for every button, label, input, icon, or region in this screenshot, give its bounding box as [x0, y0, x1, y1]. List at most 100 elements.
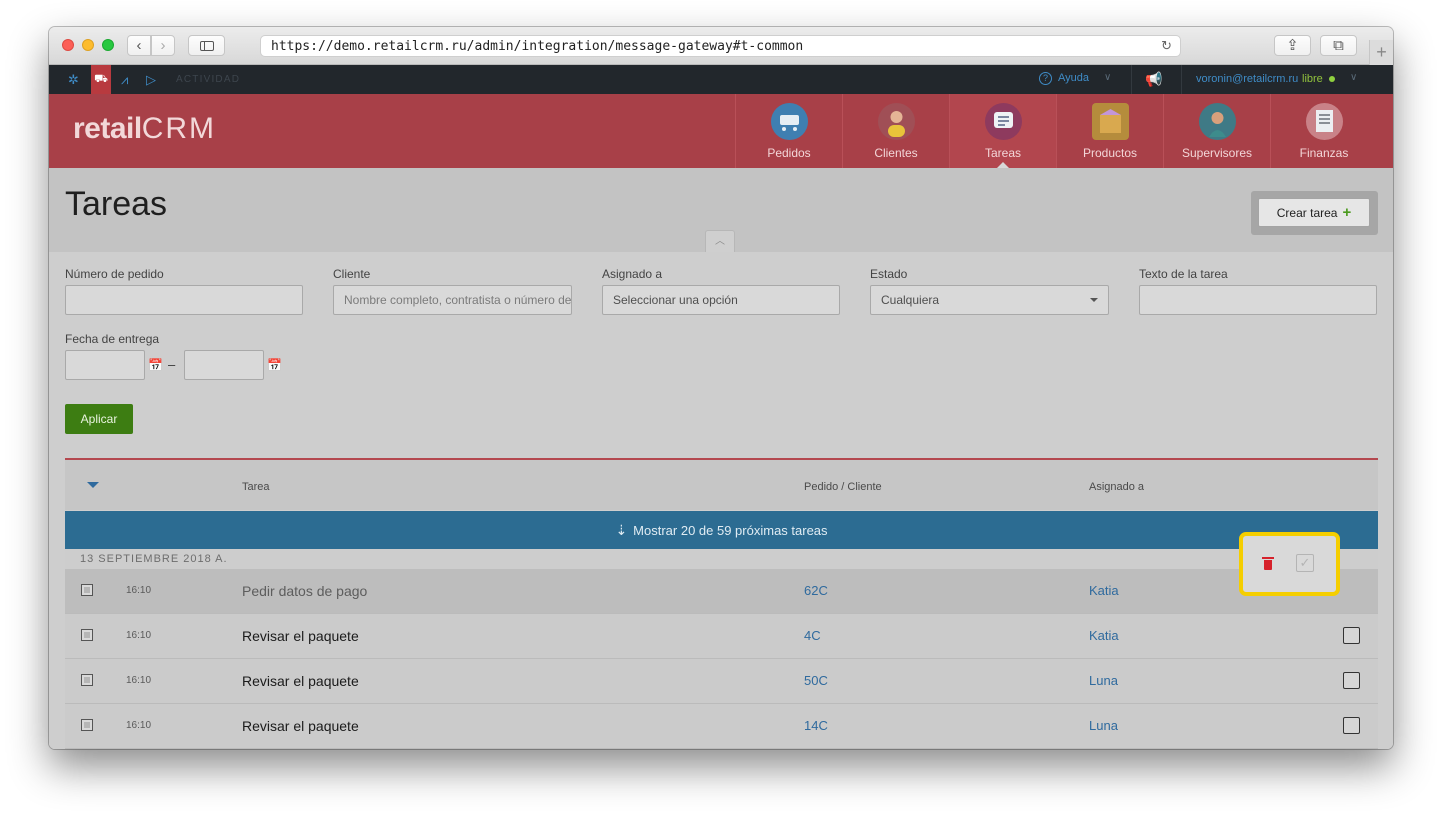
customer-avatar-icon — [878, 103, 915, 140]
nav-module-finances[interactable]: Finanzas — [1270, 94, 1377, 168]
user-status: libre — [1302, 73, 1323, 85]
row-select-checkbox[interactable] — [81, 584, 93, 596]
nav-module-orders[interactable]: Pedidos — [735, 94, 842, 168]
browser-window: ‹ › https://demo.retailcrm.ru/admin/inte… — [49, 27, 1393, 749]
apply-filters-button[interactable]: Aplicar — [65, 404, 133, 434]
help-icon: ? — [1039, 72, 1052, 85]
create-task-label: Crear tarea — [1276, 206, 1338, 220]
task-title[interactable]: Revisar el paquete — [242, 628, 359, 644]
share-icon: ⇪ — [1286, 37, 1299, 54]
new-tab-button[interactable]: + — [1369, 40, 1393, 65]
assignee-link[interactable]: Katia — [1089, 628, 1119, 643]
date-group-header: 13 SEPTIEMBRE 2018 A. — [65, 549, 1378, 569]
table-row[interactable]: 16:10 Revisar el paquete 14C Luna — [65, 704, 1378, 749]
row-select-checkbox[interactable] — [81, 674, 93, 686]
column-header-task[interactable]: Tarea — [242, 481, 270, 493]
assigned-select[interactable]: Seleccionar una opción — [602, 285, 840, 315]
reload-icon[interactable]: ↻ — [1161, 38, 1172, 54]
chevron-down-icon[interactable]: ∨ — [1104, 72, 1111, 83]
back-button[interactable]: ‹ — [127, 35, 151, 56]
minimize-window-button[interactable] — [82, 39, 94, 51]
task-title[interactable]: Pedir datos de pago — [242, 583, 367, 599]
date-from-input[interactable] — [65, 350, 145, 380]
module-label: Pedidos — [767, 146, 811, 160]
divider — [1131, 65, 1132, 94]
megaphone-icon[interactable]: 📢 — [1145, 71, 1162, 88]
column-header-assigned[interactable]: Asignado a — [1089, 481, 1144, 493]
share-button[interactable]: ⇪ — [1274, 35, 1311, 56]
complete-task-checkbox[interactable] — [1343, 717, 1360, 734]
zoom-window-button[interactable] — [102, 39, 114, 51]
task-time: 16:10 — [126, 720, 152, 731]
date-range-separator: – — [168, 357, 176, 372]
status-dot — [1329, 76, 1335, 82]
checkmark-icon[interactable]: ✓ — [1296, 554, 1314, 572]
user-email[interactable]: voronin@retailcrm.ru — [1196, 73, 1298, 85]
analytics-chart-icon[interactable]: ⩘ — [121, 65, 128, 94]
show-tabs-button[interactable]: ⧉ — [1320, 35, 1357, 56]
complete-task-checkbox[interactable] — [1343, 627, 1360, 644]
assignee-link[interactable]: Luna — [1089, 673, 1118, 688]
assignee-link[interactable]: Katia — [1089, 583, 1119, 598]
collapse-filters-button[interactable]: ︿ — [705, 230, 735, 252]
task-title[interactable]: Revisar el paquete — [242, 718, 359, 734]
crm-topbar: ✲ ⛟ ⩘ ▷ ACTIVIDAD ? Ayuda ∨ 📢 voronin@ret… — [49, 65, 1393, 94]
table-row[interactable]: 16:10 Revisar el paquete 50C Luna — [65, 659, 1378, 704]
tasks-table: Tarea Pedido / Cliente Asignado a ⇣ Mostr… — [49, 458, 1393, 749]
chevron-down-icon[interactable]: ∨ — [1350, 72, 1357, 83]
chevron-left-icon: ‹ — [136, 37, 142, 54]
task-text-input[interactable] — [1139, 285, 1377, 315]
play-icon[interactable]: ▷ — [146, 65, 156, 94]
sidebar-toggle-button[interactable] — [188, 35, 225, 56]
activity-label[interactable]: ACTIVIDAD — [176, 74, 240, 85]
row-select-checkbox[interactable] — [81, 719, 93, 731]
trash-icon[interactable] — [1262, 557, 1274, 570]
caret-down-icon — [1090, 298, 1098, 306]
state-value: Cualquiera — [881, 293, 940, 307]
nav-module-supervisors[interactable]: Supervisores — [1163, 94, 1270, 168]
client-input[interactable]: Nombre completo, contratista o número de — [333, 285, 572, 315]
page-header: Tareas Crear tarea + ︿ — [49, 168, 1393, 252]
create-task-button[interactable]: Crear tarea + — [1258, 198, 1370, 227]
cart-icon — [771, 103, 808, 140]
show-more-tasks-button[interactable]: ⇣ Mostrar 20 de 59 próximas tareas — [65, 511, 1378, 549]
date-to-input[interactable] — [184, 350, 264, 380]
row-select-checkbox[interactable] — [81, 629, 93, 641]
nav-module-products[interactable]: Productos — [1056, 94, 1163, 168]
retailcrm-logo[interactable]: retailCRM — [73, 112, 216, 146]
table-row[interactable]: 16:10 Revisar el paquete 4C Katia — [65, 614, 1378, 659]
module-label: Clientes — [874, 146, 918, 160]
forward-button[interactable]: › — [151, 35, 175, 56]
task-title[interactable]: Revisar el paquete — [242, 673, 359, 689]
divider — [1181, 65, 1182, 94]
sort-caret-icon[interactable] — [87, 482, 99, 494]
nav-module-tasks[interactable]: Tareas — [949, 94, 1056, 168]
cart-icon[interactable]: ⛟ — [91, 65, 111, 94]
plus-icon: + — [1376, 42, 1387, 62]
column-header-order-client[interactable]: Pedido / Cliente — [804, 481, 882, 493]
help-menu[interactable]: ? Ayuda — [1039, 72, 1089, 85]
browser-titlebar: ‹ › https://demo.retailcrm.ru/admin/inte… — [49, 27, 1393, 65]
nav-module-customers[interactable]: Clientes — [842, 94, 949, 168]
complete-task-checkbox[interactable] — [1343, 672, 1360, 689]
order-number-input[interactable] — [65, 285, 303, 315]
url-text: https://demo.retailcrm.ru/admin/integrat… — [271, 39, 804, 54]
order-link[interactable]: 14C — [804, 718, 828, 733]
assignee-link[interactable]: Luna — [1089, 718, 1118, 733]
table-header: Tarea Pedido / Cliente Asignado a — [65, 458, 1378, 510]
order-link[interactable]: 62C — [804, 583, 828, 598]
order-link[interactable]: 50C — [804, 673, 828, 688]
arrow-down-icon: ⇣ — [615, 522, 628, 538]
table-row[interactable]: 16:10 Pedir datos de pago 62C Katia — [65, 569, 1378, 614]
calendar-icon[interactable]: 📅 — [267, 358, 282, 372]
settings-gear-icon[interactable]: ✲ — [68, 65, 79, 94]
chevron-up-icon: ︿ — [715, 236, 725, 247]
module-label: Supervisores — [1181, 146, 1253, 160]
order-link[interactable]: 4C — [804, 628, 821, 643]
create-task-wrapper: Crear tarea + — [1251, 191, 1378, 235]
calendar-icon[interactable]: 📅 — [148, 358, 163, 372]
tabs-icon: ⧉ — [1333, 37, 1344, 54]
close-window-button[interactable] — [62, 39, 74, 51]
state-select[interactable]: Cualquiera — [870, 285, 1109, 315]
address-bar[interactable]: https://demo.retailcrm.ru/admin/integrat… — [260, 35, 1181, 57]
